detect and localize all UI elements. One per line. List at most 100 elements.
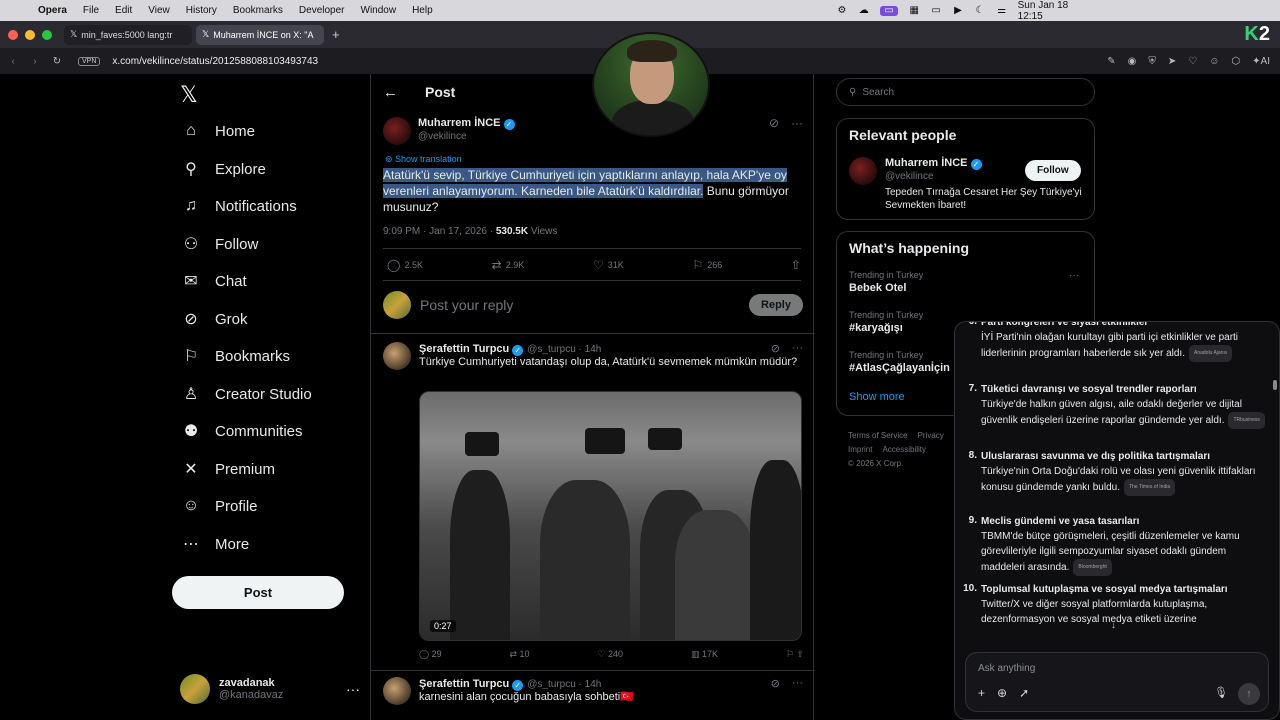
plus-icon[interactable]: + [978, 686, 985, 700]
send-icon[interactable]: ➤ [1168, 56, 1176, 67]
rocket-icon[interactable]: ➚ [1019, 686, 1029, 700]
grok-explain-icon[interactable]: ⊘ [771, 342, 780, 355]
reply-avatar[interactable] [383, 677, 411, 705]
nav-more[interactable]: ⋯ More [180, 529, 249, 559]
account-icon[interactable]: ☺ [1209, 56, 1219, 67]
nav-notifications[interactable]: ♫ Notifications [180, 191, 297, 221]
more-dots-icon[interactable]: ··· [1069, 270, 1079, 281]
author-avatar[interactable] [383, 117, 411, 145]
minimize-window-icon[interactable] [25, 29, 35, 40]
reply-action[interactable]: ◯ 29 [419, 649, 442, 660]
camera-icon[interactable]: ◉ [1128, 56, 1137, 67]
new-tab-icon[interactable]: + [332, 27, 340, 42]
more-dots-icon[interactable]: ··· [346, 681, 360, 697]
chat-scrollbar[interactable] [1273, 380, 1277, 390]
vpn-badge[interactable]: VPN [78, 56, 101, 66]
tab-post[interactable]: 𝕏 Muharrem İNCE on X: "A [196, 24, 324, 45]
trend-item[interactable]: Trending in Turkey Bebek Otel [849, 270, 923, 294]
footer-link[interactable]: Privacy [918, 431, 944, 440]
reload-icon[interactable]: ↻ [48, 56, 66, 67]
nav-follow[interactable]: ⚇ Follow [180, 229, 259, 259]
x-logo-icon[interactable]: 𝕏 [180, 82, 198, 108]
search-input[interactable]: ⚲ Search [836, 78, 1095, 106]
nav-communities[interactable]: ⚉ Communities [180, 416, 303, 446]
tab-search[interactable]: 𝕏 min_faves:5000 lang:tr [64, 24, 192, 45]
cube-icon[interactable]: ⬡ [1231, 56, 1240, 67]
globe-icon[interactable]: ⊕ [997, 686, 1007, 700]
show-more-link[interactable]: Show more [849, 391, 905, 403]
menubar-clock[interactable]: Sun Jan 18 12:15 [1018, 0, 1084, 22]
views-action[interactable]: ▥ 17K [691, 649, 718, 660]
repost-action[interactable]: ⇄ 2.9K [492, 258, 525, 272]
footer-link[interactable]: Imprint [848, 445, 872, 454]
reply-author[interactable]: Şerafettin Turpcu ✓ @s_turpcu · 14h [419, 678, 601, 691]
cloud-icon[interactable]: ☁ [858, 6, 870, 16]
source-chip[interactable]: TRbusiness [1228, 412, 1265, 429]
nav-creator-studio[interactable]: ♙ Creator Studio [180, 379, 312, 409]
ai-button[interactable]: ✦AI [1252, 56, 1270, 67]
trend-item[interactable]: Trending in Turkey #AtlasÇağlayanİçin [849, 350, 950, 374]
close-window-icon[interactable] [8, 29, 18, 40]
grok-explain-icon[interactable]: ⊘ [769, 116, 779, 130]
shield-icon[interactable]: ⛨ [1148, 56, 1156, 67]
more-dots-icon[interactable]: ··· [791, 116, 803, 130]
back-arrow-icon[interactable]: ← [383, 84, 413, 101]
zoom-window-icon[interactable] [42, 29, 52, 40]
more-dots-icon[interactable]: ··· [792, 677, 803, 690]
relevant-handle[interactable]: @vekilince [885, 171, 934, 182]
menu-view[interactable]: View [140, 5, 178, 16]
avatar[interactable] [849, 157, 877, 185]
settings-gear-icon[interactable]: ⚙ [836, 6, 848, 16]
menu-history[interactable]: History [178, 5, 225, 16]
chat-input[interactable]: Ask anything [978, 663, 1035, 674]
relevant-name[interactable]: Muharrem İNCE ✓ [885, 157, 982, 170]
control-center-icon[interactable]: ⚌ [996, 6, 1008, 16]
reply-action[interactable]: ◯ 2.5K [387, 258, 423, 272]
account-switcher[interactable]: zavadanak @kanadavaz ··· [180, 674, 360, 704]
reply-author[interactable]: Şerafettin Turpcu ✓ @s_turpcu · 14h [419, 343, 601, 356]
show-translation-link[interactable]: ⊚ Show translation [385, 154, 462, 165]
nav-explore[interactable]: ⚲ Explore [180, 154, 266, 184]
nav-premium[interactable]: ✕ Premium [180, 454, 275, 484]
like-action[interactable]: ♡ 31K [593, 258, 624, 272]
footer-link[interactable]: Accessibility [882, 445, 926, 454]
menu-help[interactable]: Help [404, 5, 441, 16]
video-player[interactable]: 0:27 [419, 391, 802, 641]
bookmark-action[interactable]: ⚐ 266 [692, 258, 722, 272]
follow-button[interactable]: Follow [1025, 160, 1081, 181]
forward-arrow-icon[interactable]: › [26, 56, 44, 67]
nav-bookmarks[interactable]: ⚐ Bookmarks [180, 341, 290, 371]
edit-icon[interactable]: ✎ [1107, 56, 1115, 67]
share-icon[interactable]: ⇧ [796, 649, 804, 659]
author-handle[interactable]: @vekilince [418, 131, 467, 142]
like-action[interactable]: ♡ 240 [597, 649, 623, 660]
menu-developer[interactable]: Developer [291, 5, 353, 16]
reply-button[interactable]: Reply [749, 294, 803, 316]
reply-avatar[interactable] [383, 342, 411, 370]
menu-window[interactable]: Window [353, 5, 405, 16]
grid-icon[interactable]: ▦ [908, 6, 920, 16]
source-chip[interactable]: Anadolu Ajansı [1188, 345, 1233, 362]
grok-explain-icon[interactable]: ⊘ [771, 677, 780, 690]
send-arrow-icon[interactable]: ↑ [1238, 683, 1260, 705]
back-arrow-icon[interactable]: ‹ [4, 56, 22, 67]
url-field[interactable]: x.com/vekilince/status/20125880881034937… [112, 56, 318, 67]
footer-link[interactable]: Terms of Service [848, 431, 908, 440]
battery-icon[interactable]: ▭ [930, 6, 942, 16]
screen-record-icon[interactable]: ▭ [879, 6, 899, 16]
share-action[interactable]: ⇧ [791, 258, 801, 272]
menu-app[interactable]: Opera [30, 5, 75, 16]
play-icon[interactable]: ▶ [952, 6, 964, 16]
nav-grok[interactable]: ⊘ Grok [180, 304, 247, 334]
repost-action[interactable]: ⇄ 10 [509, 649, 529, 660]
more-dots-icon[interactable]: ··· [792, 342, 803, 355]
menu-edit[interactable]: Edit [107, 5, 140, 16]
source-chip[interactable]: The Times of India [1124, 479, 1176, 496]
nav-home[interactable]: ⌂ Home [180, 116, 255, 146]
heart-icon[interactable]: ♡ [1188, 56, 1197, 67]
microphone-icon[interactable]: 🎙 [1214, 686, 1228, 699]
nav-profile[interactable]: ☺ Profile [180, 491, 258, 521]
source-chip[interactable]: Bloomberght [1073, 559, 1112, 576]
compose-post-button[interactable]: Post [172, 576, 344, 609]
bookmark-action[interactable]: ⚐ ⇧ [786, 649, 804, 660]
